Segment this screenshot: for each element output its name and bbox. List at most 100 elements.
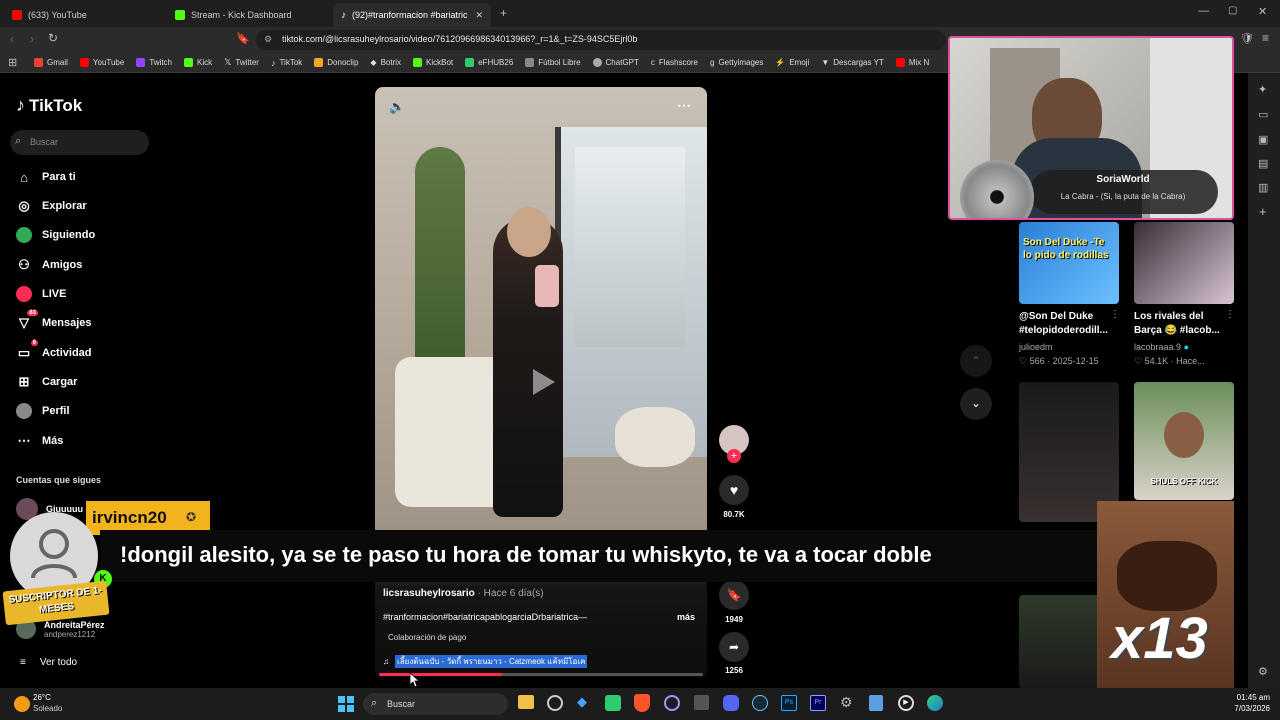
clock-time[interactable]: 01:45 am [1200,693,1270,702]
close-tab-icon[interactable]: ✕ [475,10,483,21]
bookmark-efhub[interactable]: eFHUB26 [459,58,519,67]
bookmark-youtube[interactable]: YouTube [74,58,130,67]
premiere-icon[interactable]: Pr [810,695,826,711]
nav-mas[interactable]: ⋯ Más [16,433,64,449]
nav-cargar[interactable]: ⊞ Cargar [16,374,78,390]
menu-icon[interactable]: ≡ [1262,31,1269,45]
progress-bar[interactable] [379,673,703,676]
volume-icon[interactable]: 🔈 [389,99,405,115]
recommended-thumb[interactable] [1134,222,1234,304]
chevron-down-icon[interactable]: ⌄ [960,388,992,420]
bookmark-futbol-libre[interactable]: Fútbol Libre [519,58,586,67]
more-caption-button[interactable]: más [677,612,695,622]
settings-icon[interactable]: ⚙ [840,694,853,711]
more-options-icon[interactable]: ⋮ [1225,309,1235,320]
home-icon: ⌂ [20,169,28,185]
nav-siguiendo[interactable]: Siguiendo [16,227,95,243]
nav-perfil[interactable]: Perfil [16,403,70,419]
recommended-author[interactable]: lacobraaa.9 ● [1134,342,1189,352]
media-player-icon[interactable]: ▶ [898,695,914,711]
notepad-icon[interactable] [869,695,883,711]
bookmark-icon[interactable]: 🔖 [236,32,250,45]
friends-icon: ⚇ [18,257,30,272]
nav-mensajes[interactable]: ▽ 83 Mensajes [16,310,92,331]
recommended-title[interactable]: Los rivales del Barça 😂 #lacob... [1134,310,1230,338]
see-all-button[interactable]: ≡ Ver todo [20,657,77,668]
file-explorer-icon[interactable] [518,695,534,709]
ai-icon[interactable]: ✦ [1258,83,1267,96]
back-icon[interactable]: ‹ [10,32,14,46]
shield-icon[interactable]: 🛡 [1240,32,1254,45]
bookmark-mix[interactable]: Mix N [890,58,935,67]
bookmark-kickbot[interactable]: KickBot [407,58,459,67]
video-player[interactable]: 🔈 ⋯ licsrasuheylrosario · Hace 6 día(s) … [375,87,707,677]
recommended-title[interactable]: @Son Del Duke #telopidoderodill... [1019,310,1119,338]
chevron-up-icon[interactable]: ⌃ [960,345,992,377]
bookmark-twitch[interactable]: Twitch [130,58,178,67]
play-icon[interactable] [527,367,557,397]
windows-start-icon[interactable] [338,696,354,712]
wallet-icon[interactable]: ▣ [1258,133,1268,146]
bookmark-donoclip[interactable]: Donoclip [308,58,364,67]
weather-sun-icon[interactable] [14,696,30,712]
bookmark-descargas[interactable]: ▼ Descargas YT [815,58,889,67]
recommended-author[interactable]: julioedm [1019,342,1053,352]
bookmark-botrix[interactable]: ◆ Botrix [364,58,407,67]
app-icon[interactable] [605,695,621,711]
nav-para-ti[interactable]: ⌂ Para ti [16,169,76,185]
apps-grid-icon[interactable]: ⊞ [8,56,17,69]
forward-icon[interactable]: › [30,32,34,46]
settings-icon[interactable]: ⚙ [1258,665,1268,678]
more-options-icon[interactable]: ⋯ [677,97,691,114]
minimize-icon[interactable]: — [1198,5,1209,17]
steam-icon[interactable] [752,695,768,711]
close-window-icon[interactable]: ✕ [1258,5,1267,18]
tab-kick[interactable]: Stream - Kick Dashboard [167,3,332,27]
bookmark-tiktok[interactable]: ♪ TikTok [265,58,308,68]
taskbar-search[interactable]: ⌕ Buscar [363,693,508,715]
discord-icon[interactable] [723,695,739,711]
follow-plus-icon[interactable]: + [727,449,741,463]
bookmark-emoji[interactable]: ⚡ Emoji [769,58,815,67]
app-icon[interactable] [664,695,680,711]
video-author[interactable]: licsrasuheylrosario · Hace 6 día(s) [383,588,544,599]
recommended-thumb[interactable]: SHULS OFF KICK [1134,382,1234,500]
reading-list-icon[interactable]: ▥ [1258,181,1268,194]
reload-icon[interactable]: ↻ [48,31,58,45]
bookmark-kick[interactable]: Kick [178,58,218,67]
maximize-icon[interactable]: ▢ [1228,5,1237,16]
url-field[interactable]: ⚙ tiktok.com/@licsrasuheylrosario/video/… [256,30,946,50]
chrome-icon[interactable] [547,695,563,711]
nav-live[interactable]: LIVE [16,286,66,302]
search-input[interactable]: ⌕ Buscar [10,130,149,155]
nav-actividad[interactable]: ▭ 9 Actividad [16,340,92,361]
calculator-icon[interactable] [694,695,709,710]
site-info-icon[interactable]: ⚙ [264,34,272,45]
bookmark-gmail[interactable]: Gmail [28,58,74,67]
app-icon[interactable]: ◆ [577,694,587,710]
music-link[interactable]: ♫ เลี้ยงต้นฉบับ - วัดกี้ พรายนมาว - Catz… [383,655,588,668]
save-bookmark-icon[interactable]: 🔖 [719,580,749,610]
add-icon[interactable]: + [1259,204,1267,219]
weather-temp[interactable]: 26°C [33,693,51,702]
nav-explorar[interactable]: ◎ Explorar [16,198,86,214]
photoshop-icon[interactable]: Ps [781,695,797,711]
like-heart-icon[interactable]: ♥ [719,475,749,505]
tab-youtube[interactable]: (633) YouTube [4,3,164,27]
now-playing-box: SoriaWorld La Cabra - (Si, la puta de la… [1030,170,1218,214]
more-options-icon[interactable]: ⋮ [1110,309,1120,320]
nav-amigos[interactable]: ⚇ Amigos [16,257,82,273]
tiktok-logo[interactable]: ♪ TikTok [16,95,82,116]
bookmark-flashscore[interactable]: c Flashscore [645,58,704,67]
bookmark-gettyimages[interactable]: g Gettyimages [704,58,769,67]
tab-tiktok[interactable]: ♪ (92)#tranformacion #bariatric ✕ [333,3,491,27]
share-icon[interactable]: ➦ [719,632,749,662]
new-tab-icon[interactable]: + [500,6,507,20]
brave-icon[interactable] [634,694,650,712]
notes-icon[interactable]: ▤ [1258,157,1268,170]
bookmark-chatgpt[interactable]: ChatGPT [587,58,645,67]
recommended-thumb[interactable]: Son Del Duke -Te lo pido de rodillas [1019,222,1119,304]
bookmark-twitter[interactable]: 𝕏 Twitter [218,57,265,68]
video-icon[interactable]: ▭ [1258,108,1268,121]
edge-icon[interactable] [927,695,943,711]
